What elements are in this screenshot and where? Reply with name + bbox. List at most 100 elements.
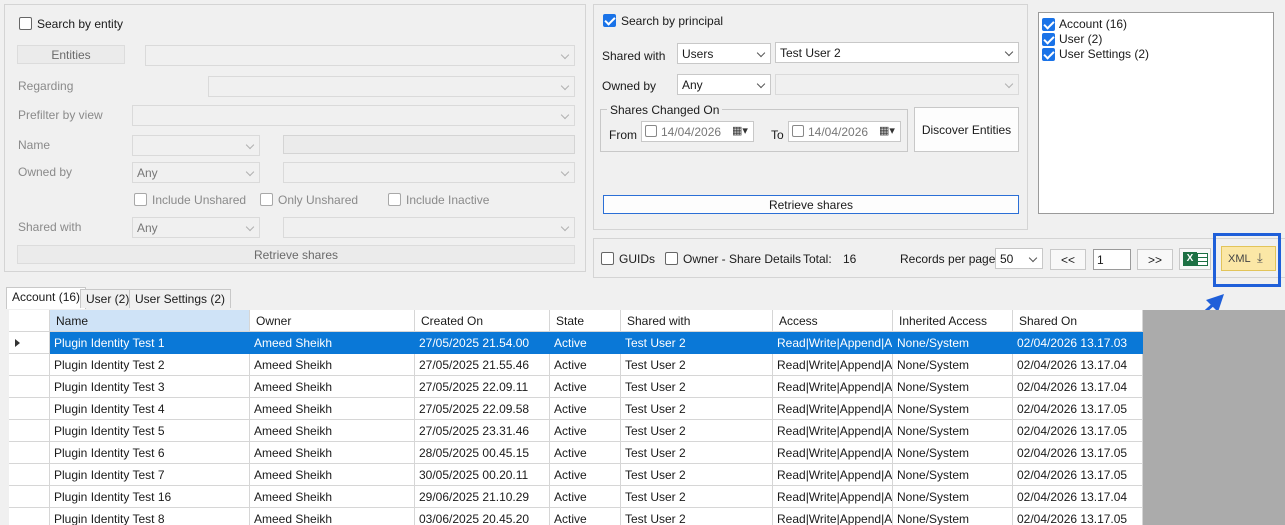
page-number-input[interactable]: 1 — [1093, 249, 1131, 270]
table-cell[interactable]: 02/04/2026 13.17.05 — [1013, 442, 1143, 464]
tab-user-settings[interactable]: User Settings (2) — [129, 289, 232, 308]
table-cell[interactable]: Read|Write|Append|A... — [773, 442, 893, 464]
table-cell[interactable]: 03/06/2025 20.45.20 — [415, 508, 550, 525]
discover-entities-button[interactable]: Discover Entities — [914, 107, 1019, 152]
guids-checkbox[interactable] — [601, 252, 614, 265]
export-xml-button[interactable]: XML ⤓ — [1221, 246, 1276, 271]
table-cell[interactable]: None/System — [893, 508, 1013, 525]
table-cell[interactable]: Read|Write|Append|A... — [773, 486, 893, 508]
next-page-button[interactable]: >> — [1137, 249, 1173, 270]
table-cell[interactable]: Plugin Identity Test 4 — [50, 398, 250, 420]
table-cell[interactable]: Read|Write|Append|A... — [773, 376, 893, 398]
table-cell[interactable]: Plugin Identity Test 1 — [50, 332, 250, 354]
owned-by-combo[interactable]: Any — [132, 162, 260, 183]
table-cell[interactable]: Test User 2 — [621, 376, 773, 398]
shared-with-type-combo[interactable]: Users — [677, 43, 771, 64]
column-header[interactable]: Name — [50, 310, 250, 332]
table-cell[interactable]: Read|Write|Append|A... — [773, 464, 893, 486]
column-header[interactable]: Shared On — [1013, 310, 1143, 332]
table-row[interactable]: Plugin Identity Test 3 Ameed Sheikh 27/05/… — [9, 376, 1148, 398]
table-cell[interactable]: 29/06/2025 21.10.29 — [415, 486, 550, 508]
principal-owned-by-user-combo[interactable] — [775, 74, 1019, 95]
row-header[interactable] — [9, 354, 50, 376]
table-cell[interactable]: 02/04/2026 13.17.05 — [1013, 464, 1143, 486]
table-cell[interactable]: 28/05/2025 00.45.15 — [415, 442, 550, 464]
table-cell[interactable]: Plugin Identity Test 8 — [50, 508, 250, 525]
table-cell[interactable]: 02/04/2026 13.17.03 — [1013, 332, 1143, 354]
table-cell[interactable]: None/System — [893, 486, 1013, 508]
row-header[interactable] — [9, 332, 50, 354]
shared-with-combo[interactable]: Any — [132, 217, 260, 238]
include-unshared-checkbox[interactable] — [134, 193, 147, 206]
table-cell[interactable]: 02/04/2026 13.17.05 — [1013, 420, 1143, 442]
table-cell[interactable]: Plugin Identity Test 16 — [50, 486, 250, 508]
records-per-page-combo[interactable]: 50 — [995, 248, 1043, 269]
table-cell[interactable]: 02/04/2026 13.17.05 — [1013, 508, 1143, 525]
principal-owned-by-combo[interactable]: Any — [677, 74, 771, 95]
owned-by-user-combo[interactable] — [283, 162, 575, 183]
table-cell[interactable]: Read|Write|Append|A... — [773, 398, 893, 420]
table-cell[interactable]: Read|Write|Append|A... — [773, 420, 893, 442]
table-cell[interactable]: Read|Write|Append|A... — [773, 332, 893, 354]
to-date-checkbox[interactable] — [792, 125, 804, 137]
table-cell[interactable]: Active — [550, 486, 621, 508]
table-cell[interactable]: 27/05/2025 21.55.46 — [415, 354, 550, 376]
row-header[interactable] — [9, 398, 50, 420]
table-row[interactable]: Plugin Identity Test 4 Ameed Sheikh 27/05/… — [9, 398, 1148, 420]
calendar-icon[interactable]: ▦▾ — [879, 126, 895, 138]
column-header[interactable]: Shared with — [621, 310, 773, 332]
shared-with-user-combo[interactable] — [283, 217, 575, 238]
export-excel-button[interactable]: X — [1179, 248, 1211, 270]
table-row[interactable]: Plugin Identity Test 16 Ameed Sheikh 29/06… — [9, 486, 1148, 508]
table-cell[interactable]: Read|Write|Append|A... — [773, 354, 893, 376]
table-cell[interactable]: Active — [550, 354, 621, 376]
row-header[interactable] — [9, 508, 50, 525]
table-row[interactable]: Plugin Identity Test 2 Ameed Sheikh 27/05/… — [9, 354, 1148, 376]
table-row[interactable]: Plugin Identity Test 6 Ameed Sheikh 28/05/… — [9, 442, 1148, 464]
row-header[interactable] — [9, 420, 50, 442]
table-cell[interactable]: Plugin Identity Test 7 — [50, 464, 250, 486]
table-row[interactable]: Plugin Identity Test 8 Ameed Sheikh 03/06/… — [9, 508, 1148, 525]
from-date-picker[interactable]: 14/04/2026 ▦▾ — [641, 121, 754, 142]
table-cell[interactable]: Active — [550, 332, 621, 354]
table-cell[interactable]: None/System — [893, 354, 1013, 376]
table-cell[interactable]: None/System — [893, 464, 1013, 486]
table-cell[interactable]: Test User 2 — [621, 332, 773, 354]
table-cell[interactable]: 27/05/2025 22.09.11 — [415, 376, 550, 398]
entity-retrieve-shares-button[interactable]: Retrieve shares — [17, 245, 575, 264]
table-cell[interactable]: None/System — [893, 442, 1013, 464]
table-cell[interactable]: Test User 2 — [621, 464, 773, 486]
previous-page-button[interactable]: << — [1050, 249, 1086, 270]
table-cell[interactable]: None/System — [893, 398, 1013, 420]
table-cell[interactable]: 02/04/2026 13.17.04 — [1013, 354, 1143, 376]
table-cell[interactable]: Ameed Sheikh — [250, 464, 415, 486]
table-cell[interactable]: Plugin Identity Test 2 — [50, 354, 250, 376]
column-header[interactable]: Access — [773, 310, 893, 332]
principal-retrieve-shares-button[interactable]: Retrieve shares — [603, 195, 1019, 214]
table-cell[interactable]: 02/04/2026 13.17.04 — [1013, 376, 1143, 398]
column-header[interactable]: Created On — [415, 310, 550, 332]
regarding-combo[interactable] — [208, 76, 575, 97]
table-cell[interactable]: Ameed Sheikh — [250, 442, 415, 464]
table-cell[interactable]: 27/05/2025 23.31.46 — [415, 420, 550, 442]
table-cell[interactable]: None/System — [893, 420, 1013, 442]
from-date-checkbox[interactable] — [645, 125, 657, 137]
table-cell[interactable]: Read|Write|Append|A... — [773, 508, 893, 525]
column-header[interactable]: Owner — [250, 310, 415, 332]
to-date-picker[interactable]: 14/04/2026 ▦▾ — [788, 121, 901, 142]
table-cell[interactable]: 02/04/2026 13.17.04 — [1013, 486, 1143, 508]
shared-with-user-combo[interactable]: Test User 2 — [775, 42, 1019, 63]
only-unshared-checkbox[interactable] — [260, 193, 273, 206]
table-cell[interactable]: Test User 2 — [621, 486, 773, 508]
table-cell[interactable]: Ameed Sheikh — [250, 398, 415, 420]
table-row[interactable]: Plugin Identity Test 5 Ameed Sheikh 27/05/… — [9, 420, 1148, 442]
table-cell[interactable]: Plugin Identity Test 6 — [50, 442, 250, 464]
table-cell[interactable]: Active — [550, 398, 621, 420]
row-header[interactable] — [9, 486, 50, 508]
table-cell[interactable]: Active — [550, 508, 621, 525]
table-cell[interactable]: Ameed Sheikh — [250, 376, 415, 398]
table-cell[interactable]: Active — [550, 420, 621, 442]
table-cell[interactable]: None/System — [893, 332, 1013, 354]
table-row[interactable]: Plugin Identity Test 1 Ameed Sheikh 27/05/… — [9, 332, 1148, 354]
table-cell[interactable]: Test User 2 — [621, 354, 773, 376]
